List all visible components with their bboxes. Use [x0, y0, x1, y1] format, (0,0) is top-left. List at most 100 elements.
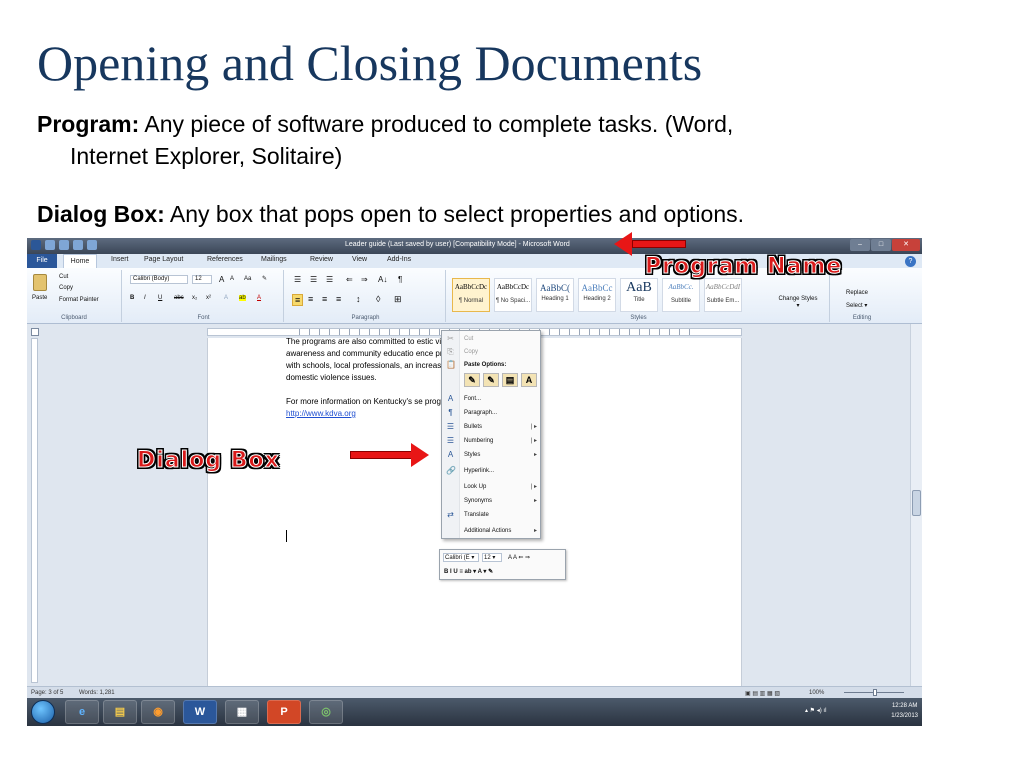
paste-icon[interactable] — [33, 274, 47, 291]
font-color-button[interactable]: A — [257, 295, 261, 301]
bullets-button[interactable]: ☰ — [294, 275, 301, 284]
change-styles-button[interactable]: Change Styles ▾ — [778, 296, 818, 309]
tab-view[interactable]: View — [352, 256, 367, 263]
menu-item-numbering[interactable]: ☰ Numbering | ▸ — [442, 435, 542, 447]
select-button[interactable]: Select ▾ — [846, 302, 867, 309]
replace-button[interactable]: Replace — [846, 290, 868, 296]
center-button[interactable]: ≡ — [308, 294, 313, 304]
superscript-button[interactable]: x² — [206, 295, 211, 301]
line-spacing-button[interactable]: ↕ — [356, 294, 361, 304]
tab-page-layout[interactable]: Page Layout — [144, 256, 183, 263]
style-normal[interactable]: AaBbCcDc ¶ Normal — [452, 278, 490, 312]
print-icon[interactable] — [87, 240, 97, 250]
menu-item-bullets[interactable]: ☰ Bullets | ▸ — [442, 421, 542, 433]
word-count[interactable]: Words: 1,281 — [79, 690, 115, 696]
system-tray-icons[interactable]: ▴ ⚑ ◂) ıl — [805, 707, 826, 714]
word-app-icon[interactable]: W — [183, 700, 217, 724]
menu-item-font[interactable]: A Font... — [442, 393, 542, 405]
underline-button[interactable]: U — [158, 295, 162, 301]
sort-button[interactable]: A↓ — [378, 275, 387, 284]
menu-item-hyperlink[interactable]: 🔗 Hyperlink... — [442, 465, 542, 477]
start-button[interactable] — [31, 700, 55, 724]
clock[interactable]: 12:28 AM 1/23/2013 — [891, 701, 918, 721]
font-name-dropdown[interactable]: Calibri (Body) — [130, 275, 188, 284]
justify-button[interactable]: ≡ — [336, 294, 341, 304]
zoom-slider-thumb[interactable] — [873, 689, 877, 696]
vertical-ruler[interactable] — [31, 338, 38, 683]
close-button[interactable]: ✕ — [892, 239, 920, 251]
menu-item-synonyms[interactable]: Synonyms ▸ — [442, 495, 542, 507]
scrollbar-thumb[interactable] — [912, 490, 921, 516]
paste-picture-icon[interactable]: ▤ — [502, 373, 518, 387]
shrink-font-button[interactable]: A — [230, 276, 234, 282]
maximize-button[interactable]: □ — [871, 239, 891, 251]
increase-indent-button[interactable]: ⇒ — [361, 275, 368, 284]
subscript-button[interactable]: x₂ — [192, 295, 197, 301]
mini-toolbar-tools[interactable]: A A ⇐ ⇒ — [508, 554, 530, 561]
decrease-indent-button[interactable]: ⇐ — [346, 275, 353, 284]
format-painter-button[interactable]: Format Painter — [59, 297, 99, 303]
save-icon[interactable] — [45, 240, 55, 250]
menu-item-additional-actions[interactable]: Additional Actions ▸ — [442, 525, 542, 537]
menu-item-styles[interactable]: A Styles ▸ — [442, 449, 542, 461]
tab-add-ins[interactable]: Add-Ins — [387, 256, 411, 263]
style-subtle-emphasis[interactable]: AaBbCcDdI Subtle Em... — [704, 278, 742, 312]
highlight-button[interactable]: ab — [239, 295, 246, 301]
menu-item-paragraph[interactable]: ¶ Paragraph... — [442, 407, 542, 419]
tab-file[interactable]: File — [27, 254, 57, 268]
mini-size-dropdown[interactable]: 12 ▾ — [482, 553, 502, 562]
paste-keep-source-icon[interactable]: ✎ — [464, 373, 480, 387]
align-right-button[interactable]: ≡ — [322, 294, 327, 304]
style-title[interactable]: AaB Title — [620, 278, 658, 312]
tab-insert[interactable]: Insert — [111, 256, 129, 263]
mini-formatting-tools[interactable]: B I U ≡ ab ▾ A ▾ ✎ — [444, 568, 493, 575]
strikethrough-button[interactable]: abc — [174, 295, 184, 301]
style-heading-2[interactable]: AaBbCc Heading 2 — [578, 278, 616, 312]
view-buttons[interactable]: ▣ ▤ ▥ ▦ ▧ — [745, 690, 780, 697]
powerpoint-icon[interactable]: P — [267, 700, 301, 724]
minimize-button[interactable]: – — [850, 239, 870, 251]
multilevel-list-button[interactable]: ☰ — [326, 275, 333, 284]
text-effects-button[interactable]: A — [224, 295, 228, 301]
file-explorer-icon[interactable]: ▤ — [103, 700, 137, 724]
numbering-button[interactable]: ☰ — [310, 275, 317, 284]
align-left-button[interactable]: ≡ — [292, 294, 304, 306]
quick-access-toolbar[interactable] — [31, 240, 97, 250]
redo-icon[interactable] — [73, 240, 83, 250]
bold-button[interactable]: B — [130, 295, 134, 301]
internet-explorer-icon[interactable]: e — [65, 700, 99, 724]
page-count[interactable]: Page: 3 of 5 — [31, 690, 63, 696]
menu-item-translate[interactable]: ⇄ Translate — [442, 509, 542, 521]
vertical-scrollbar[interactable] — [910, 324, 922, 686]
tab-review[interactable]: Review — [310, 256, 333, 263]
tab-mailings[interactable]: Mailings — [261, 256, 287, 263]
menu-item-cut[interactable]: ✂ Cut — [442, 333, 542, 345]
tab-selector[interactable] — [31, 328, 39, 336]
menu-item-look-up[interactable]: Look Up | ▸ — [442, 481, 542, 493]
borders-button[interactable]: ⊞ — [394, 294, 402, 305]
help-icon[interactable]: ? — [905, 256, 916, 267]
cut-button[interactable]: Cut — [59, 274, 68, 280]
tab-home[interactable]: Home — [63, 254, 97, 268]
chrome-icon[interactable]: ◎ — [309, 700, 343, 724]
change-case-button[interactable]: Aa — [244, 276, 251, 282]
firefox-icon[interactable]: ◉ — [141, 700, 175, 724]
grow-font-button[interactable]: A — [219, 275, 224, 284]
style-no-spacing[interactable]: AaBbCcDc ¶ No Spaci... — [494, 278, 532, 312]
undo-icon[interactable] — [59, 240, 69, 250]
app-window-icon[interactable]: ▦ — [225, 700, 259, 724]
paste-button[interactable]: Paste — [32, 295, 47, 301]
zoom-level[interactable]: 100% — [809, 690, 824, 696]
copy-button[interactable]: Copy — [59, 285, 73, 291]
tab-references[interactable]: References — [207, 256, 243, 263]
style-heading-1[interactable]: AaBbC(Heading 1 — [536, 278, 574, 312]
italic-button[interactable]: I — [144, 295, 146, 301]
clear-formatting-icon[interactable]: ✎ — [262, 275, 267, 282]
paste-text-only-icon[interactable]: A — [521, 373, 537, 387]
mini-font-dropdown[interactable]: Calibri (E ▾ — [443, 553, 479, 562]
shading-button[interactable]: ◊ — [376, 294, 380, 304]
menu-item-copy[interactable]: ⎘ Copy — [442, 346, 542, 358]
doc-hyperlink[interactable]: http://www.kdva.org — [286, 408, 356, 420]
style-subtitle[interactable]: AaBbCc. Subtitle — [662, 278, 700, 312]
font-size-dropdown[interactable]: 12 — [192, 275, 212, 284]
